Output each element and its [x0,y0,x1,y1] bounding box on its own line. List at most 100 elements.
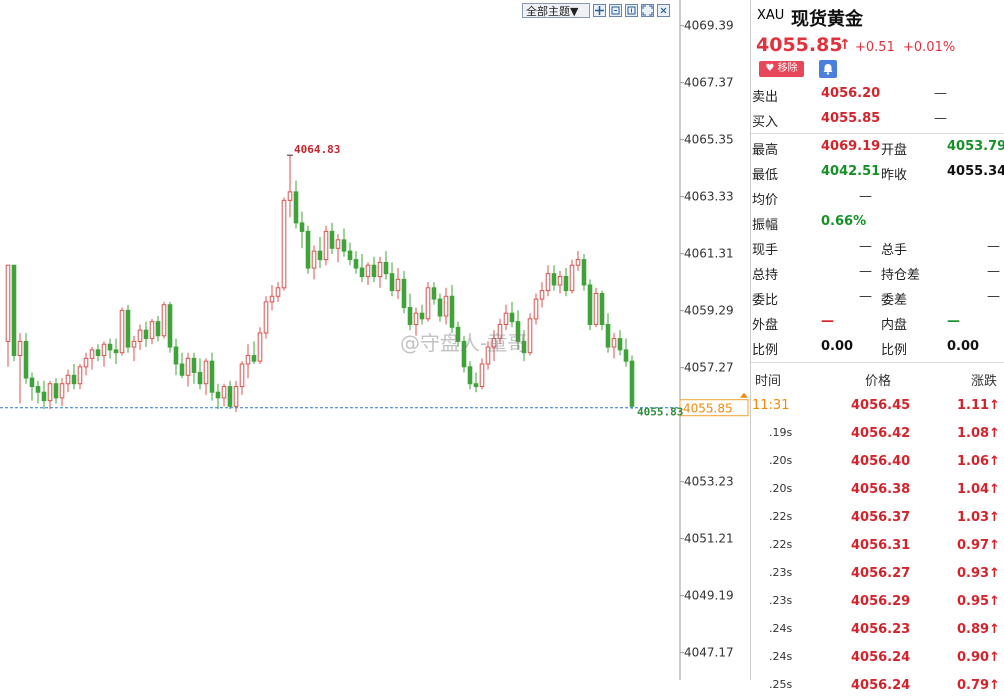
tick-row: 11:31 4056.45 1.11 ↑ [751,392,1004,420]
candle-body-50 [305,230,311,269]
candle-body-34 [209,360,215,393]
tick-time: .19s [769,426,793,439]
zoom-in-icon[interactable] [609,4,622,17]
candle-body-60 [365,264,371,278]
remove-watchlist-button[interactable]: ♥ 移除 [759,61,804,77]
stat-value-2: 4055.34 [947,164,1004,179]
candle-body-36 [221,386,227,399]
y-tick-label-5: 4059.29 [684,304,734,318]
tick-row: .22s 4056.31 0.97 ↑ [751,532,1004,560]
candle-body-43 [263,301,269,334]
up-arrow-icon: ↑ [989,678,1000,693]
candle-body-90 [545,273,551,292]
up-arrow-icon: ↑ [989,650,1000,665]
quote-row: 最低 4042.51 昨收 4055.34 [751,160,1004,185]
tick-row: .23s 4056.29 0.95 ↑ [751,588,1004,616]
stat-label: 买入 [752,115,779,130]
candle-body-71 [431,287,437,300]
fullscreen-icon[interactable] [641,4,654,17]
candle-body-78 [473,383,479,388]
candle-body-46 [281,199,287,289]
candle-body-94 [569,264,575,292]
candle-body-23 [143,329,149,340]
quote-panel: XAU 现货黄金 4055.85 ↑ +0.51 +0.01% ♥ 移除 卖出 4… [750,0,1004,693]
candle-body-98 [593,292,599,325]
candle-body-8 [53,383,59,399]
candle-body-51 [311,250,317,269]
candle-body-52 [317,250,323,261]
tick-change: 1.04 [957,482,990,497]
candlestick-chart[interactable]: 4069.39 4067.37 4065.35 4063.33 4061.31 4059.… [0,0,750,680]
stat-label: 最高 [752,143,779,158]
tick-change: 1.08 [957,426,990,441]
stat-label: 最低 [752,168,779,183]
candle-body-47 [287,191,293,201]
theme-select-button[interactable]: 全部主题▼ [522,3,590,18]
candle-body-69 [419,312,425,320]
stat-label: 委比 [752,293,779,308]
candle-body-40 [245,355,251,365]
tick-time: .20s [769,454,793,467]
stat-value: — [859,264,872,279]
candle-body-61 [371,264,377,278]
tick-row: .24s 4056.23 0.89 ↑ [751,616,1004,644]
candle-body-103 [623,349,629,362]
tick-row: .20s 4056.38 1.04 ↑ [751,476,1004,504]
tick-price: 4056.27 [851,566,911,581]
crosshair-icon[interactable] [593,4,606,17]
y-tick-label-0: 4069.39 [684,19,734,33]
candle-body-7 [47,383,53,402]
candle-body-38 [233,386,239,407]
candle-body-72 [437,298,443,317]
zoom-out-icon[interactable] [625,4,638,17]
stat-label: 总持 [752,268,779,283]
tick-price: 4056.37 [851,510,911,525]
remove-label: 移除 [777,63,798,74]
y-tick-label-4: 4061.31 [684,247,734,261]
stat-label: 比例 [752,343,779,358]
candle-body-101 [611,338,617,348]
quote-header: XAU 现货黄金 4055.85 ↑ +0.51 +0.01% ♥ 移除 [751,0,1004,82]
candle-body-59 [359,267,365,278]
y-tick-label-9: 4049.19 [684,589,734,603]
candle-body-53 [323,230,329,261]
candle-body-29 [179,363,185,376]
candle-body-14 [89,349,95,359]
quote-row: 委比 — 委差 — [751,285,1004,310]
tick-price: 4056.24 [851,650,911,665]
candle-body-35 [215,391,221,399]
chart-area[interactable]: 4069.39 4067.37 4065.35 4063.33 4061.31 4059.… [0,0,749,680]
stat-value: 4042.51 [821,164,881,179]
candle-body-16 [101,343,107,357]
stat-label: 卖出 [752,90,779,105]
bell-icon[interactable] [819,60,837,78]
quote-row: 最高 4069.19 开盘 4053.79 [751,135,1004,160]
candle-body-30 [185,357,191,376]
quote-row: 买入 4055.85 — [751,107,1004,132]
candle-body-45 [275,287,281,297]
candle-body-13 [83,357,89,368]
restore-icon[interactable] [657,4,670,17]
candle-body-24 [149,321,155,340]
candle-body-31 [191,357,197,373]
y-tick-label-6: 4057.27 [684,361,734,375]
y-tick-label-3: 4063.33 [684,190,734,204]
candle-body-96 [581,259,587,286]
stat-value-2: — [987,289,1000,304]
last-close-label: 4055.83 [637,405,683,418]
y-tick-label-1: 4067.37 [684,76,734,90]
candle-body-41 [251,355,257,362]
stat-label: 均价 [752,193,779,208]
candle-body-88 [533,298,539,320]
tick-time: 11:31 [752,398,790,413]
stat-value: — [859,289,872,304]
quote-row: 卖出 4056.20 — [751,82,1004,107]
tick-change: 0.89 [957,622,990,637]
price-change-pct: +0.01% [903,40,956,55]
candle-body-67 [407,307,413,325]
candle-body-74 [449,295,455,328]
candle-body-64 [389,273,395,292]
stat-value-2: 0.00 [947,339,980,354]
stat-value: — [821,314,834,329]
tick-row: .20s 4056.40 1.06 ↑ [751,448,1004,476]
